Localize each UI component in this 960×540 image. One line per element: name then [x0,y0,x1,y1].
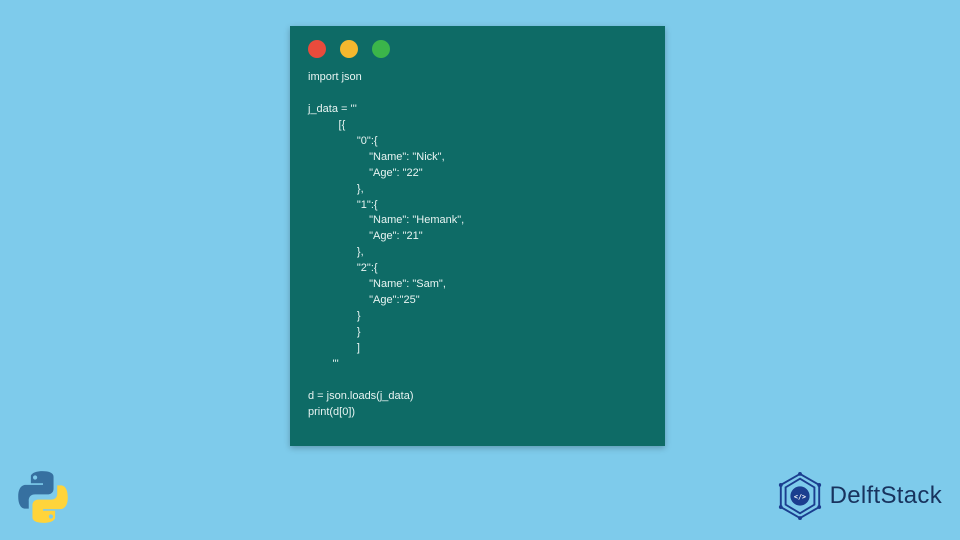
window-traffic-lights [290,26,665,66]
code-window: import json j_data = ''' [{ "0":{ "Name"… [290,26,665,446]
maximize-dot-icon [372,40,390,58]
close-dot-icon [308,40,326,58]
python-logo-icon [14,468,72,526]
brand-name: DelftStack [830,482,942,510]
svg-text:</>: </> [794,493,806,501]
delftstack-brand: </> DelftStack [776,472,942,520]
code-block: import json j_data = ''' [{ "0":{ "Name"… [290,66,665,439]
delftstack-emblem-icon: </> [776,472,824,520]
minimize-dot-icon [340,40,358,58]
